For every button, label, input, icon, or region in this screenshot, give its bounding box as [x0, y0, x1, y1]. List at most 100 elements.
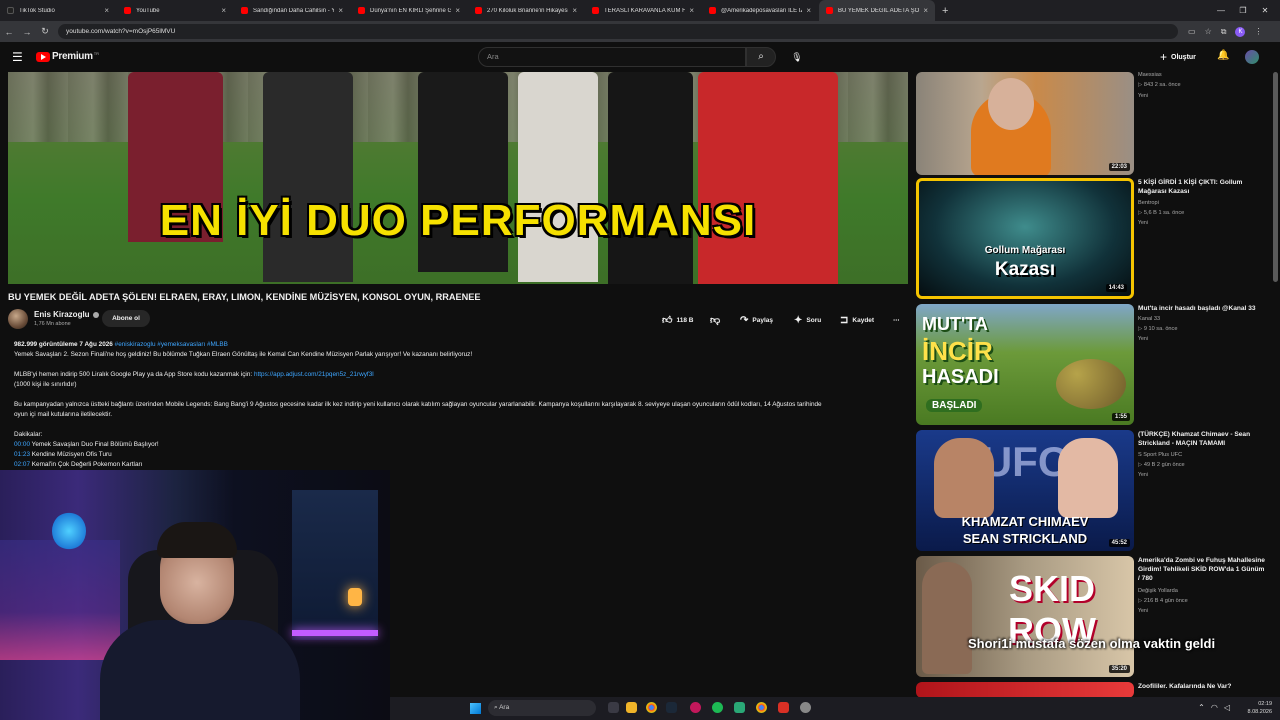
promo-link[interactable]: https://app.adjust.com/21pqen5z_21rwyf3l [254, 371, 374, 378]
chapter-timestamp[interactable]: 00:00 [14, 441, 30, 448]
taskbar-search-input[interactable]: ⌕ Ara [488, 700, 596, 716]
microphone-icon[interactable]: 🎙 [788, 47, 806, 67]
browser-tab[interactable]: @Amerikadeposavasları İLE İZN × [702, 0, 818, 21]
avatar[interactable] [1245, 50, 1259, 64]
thumbnail-figure [1056, 359, 1126, 409]
recommended-video[interactable]: Gollum Mağarası Kazası 14:43 5 KİŞİ GİRD… [916, 178, 1276, 300]
browser-tab[interactable]: Dünya'nın EN KİRLİ Şehrine Gir × [351, 0, 467, 21]
chrome-icon[interactable] [756, 702, 767, 713]
steam-icon[interactable] [666, 702, 677, 713]
recommended-video[interactable]: Zoofililer. Kafalarında Ne Var? [916, 682, 1276, 698]
browser-tab-active[interactable]: BU YEMEK DEĞİL ADETA ŞÖLEN× [819, 0, 935, 21]
back-icon[interactable]: ← [0, 27, 18, 37]
video-title[interactable]: 5 KİŞİ GİRDİ 1 KİŞİ ÇIKTI: Gollum Mağara… [1138, 178, 1268, 196]
share-button[interactable]: ↷ Paylaş [740, 313, 773, 327]
windows-start-icon[interactable] [470, 703, 481, 714]
video-title[interactable]: Mut'ta incir hasadı başladı @Kanal 33 [1138, 304, 1268, 313]
url-field[interactable]: youtube.com/watch?v=mOsjP65lMVU [58, 24, 1178, 39]
video-player[interactable]: EN İYİ DUO PERFORMANSI [8, 72, 908, 284]
chevron-up-icon[interactable]: ⌃ [1198, 703, 1205, 712]
video-thumbnail[interactable]: MUT'TA İNCİR HASADI BAŞLADI 1:55 [916, 304, 1134, 425]
video-thumbnail[interactable]: UFC KHAMZAT CHIMAEV SEAN STRICKLAND 45:5… [916, 430, 1134, 551]
hamburger-menu-icon[interactable]: ☰ [12, 51, 23, 63]
bookmark-star-icon[interactable]: ☆ [1205, 27, 1212, 36]
channel-name[interactable]: Değişik Yollarda [1138, 588, 1178, 594]
new-tab-icon[interactable]: + [942, 5, 948, 17]
video-thumbnail[interactable]: Gollum Mağarası Kazası 14:43 [916, 178, 1134, 299]
more-actions-button[interactable]: ⋯ [893, 313, 900, 327]
video-description[interactable]: 982.999 görüntüleme 7 Ağu 2026 #eniskira… [14, 340, 894, 470]
close-icon[interactable]: × [806, 6, 811, 15]
chapter-item: 01:23 Kendine Müzisyen Ofis Turu [14, 451, 112, 458]
video-thumbnail[interactable]: 22:03 [916, 72, 1134, 175]
file-explorer-icon[interactable] [626, 702, 637, 713]
menu-dots-icon[interactable]: ⋮ [1254, 27, 1262, 36]
extensions-icon[interactable]: ⧉ [1221, 27, 1227, 37]
chrome-icon[interactable] [646, 702, 657, 713]
chapter-timestamp[interactable]: 01:23 [14, 451, 30, 458]
video-title[interactable]: Amerika'da Zombi ve Fuhuş Mahallesine Gi… [1138, 556, 1268, 583]
browser-tab[interactable]: TikTok Studio × [0, 0, 116, 21]
browser-tab[interactable]: 270 Kiloluk Brianne'in Hikayesi × [468, 0, 584, 21]
dislike-button[interactable]: 👎︎ [710, 313, 720, 327]
recommended-video[interactable]: SKID ROW 35:20 Amerika'da Zombi ve Fuhuş… [916, 556, 1276, 678]
volume-icon[interactable]: ◁ [1224, 703, 1230, 712]
create-button[interactable]: + Oluştur [1160, 50, 1196, 64]
subscribe-button[interactable]: Abone ol [102, 310, 150, 327]
windows-taskbar: ⌕ Ara ⌃ ◠ ◁ 02:19 8.08.2026 [390, 697, 1280, 720]
chapter-timestamp[interactable]: 02:07 [14, 461, 30, 468]
browser-tab[interactable]: Sandığından Daha Cahilsin - Yo × [234, 0, 350, 21]
recommended-video[interactable]: 22:03 Maessias ▷ 843 2 sa. önce Yeni [916, 72, 1276, 176]
wifi-icon[interactable]: ◠ [1211, 703, 1218, 712]
ask-button[interactable]: ✦ Soru [794, 313, 821, 327]
clock[interactable]: 02:19 8.08.2026 [1248, 700, 1272, 716]
maximize-icon[interactable]: ❐ [1232, 6, 1254, 15]
channel-name[interactable]: Kanal 33 [1138, 316, 1160, 322]
like-button[interactable]: 👍︎ 118 B [662, 313, 693, 327]
close-icon[interactable]: × [572, 6, 577, 15]
recommended-video[interactable]: MUT'TA İNCİR HASADI BAŞLADI 1:55 Mut'ta … [916, 304, 1276, 426]
view-count: ▷ 843 2 sa. önce [1138, 82, 1181, 88]
video-thumbnail[interactable]: SKID ROW 35:20 [916, 556, 1134, 677]
channel-name[interactable]: Bentropi [1138, 200, 1159, 206]
hashtags[interactable]: #eniskirazoglu #yemeksavasları #MLBB [115, 341, 228, 348]
browser-tab[interactable]: TERASLI KARAVANLA KUM FIRT× [585, 0, 701, 21]
close-icon[interactable]: × [923, 6, 928, 15]
youtube-icon [124, 7, 131, 14]
close-icon[interactable]: × [455, 6, 460, 15]
minimize-icon[interactable]: — [1210, 6, 1232, 15]
webcam-background-art [52, 512, 86, 550]
search-icon[interactable]: ⌕ [746, 47, 776, 67]
video-title[interactable]: Zoofililer. Kafalarında Ne Var? [1138, 682, 1268, 691]
app-icon[interactable] [778, 702, 789, 713]
channel-name[interactable]: Enis Kirazoglu [34, 310, 99, 319]
search-input[interactable]: Ara [478, 47, 746, 67]
notifications-bell-icon[interactable]: 🔔 [1217, 50, 1229, 61]
youtube-icon [709, 7, 716, 14]
profile-avatar[interactable]: K [1235, 26, 1246, 37]
app-icon[interactable] [690, 702, 701, 713]
settings-gear-icon[interactable] [800, 702, 811, 713]
browser-tab[interactable]: YouTube × [117, 0, 233, 21]
close-icon[interactable]: × [104, 6, 109, 15]
youtube-logo[interactable]: Premium TR [36, 51, 99, 62]
close-icon[interactable]: × [338, 6, 343, 15]
video-thumbnail[interactable] [916, 682, 1134, 698]
close-window-icon[interactable]: ✕ [1254, 6, 1276, 15]
spotify-icon[interactable] [712, 702, 723, 713]
bookmark-icon: ⊐ [840, 314, 849, 326]
reload-icon[interactable]: ↻ [36, 26, 54, 37]
video-title[interactable]: (TÜRKÇE) Khamzat Chimaev - Sean Strickla… [1138, 430, 1268, 448]
save-button[interactable]: ⊐ Kaydet [840, 313, 874, 327]
share-icon: ↷ [740, 314, 749, 326]
forward-icon[interactable]: → [18, 27, 36, 37]
cast-icon[interactable]: ▭ [1188, 27, 1196, 36]
channel-name[interactable]: Maessias [1138, 72, 1162, 78]
channel-avatar[interactable] [8, 309, 28, 329]
close-icon[interactable]: × [689, 6, 694, 15]
app-icon[interactable] [734, 702, 745, 713]
channel-name[interactable]: S Sport Plus UFC [1138, 452, 1182, 458]
recommended-video[interactable]: UFC KHAMZAT CHIMAEV SEAN STRICKLAND 45:5… [916, 430, 1276, 552]
task-view-icon[interactable] [608, 702, 619, 713]
close-icon[interactable]: × [221, 6, 226, 15]
